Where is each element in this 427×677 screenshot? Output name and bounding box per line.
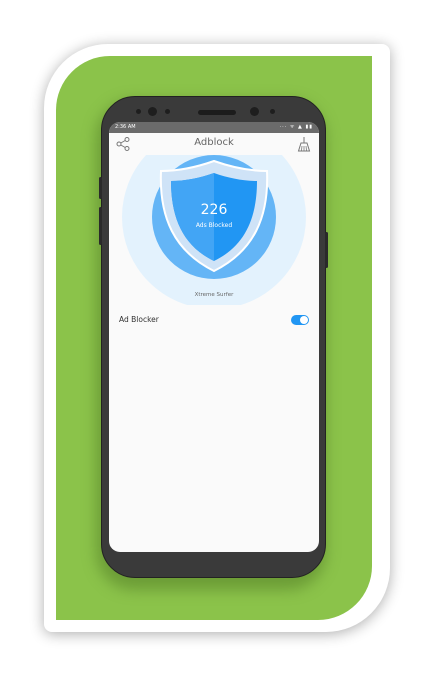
blocked-count: 226 xyxy=(200,202,228,218)
front-camera xyxy=(250,107,259,116)
shield-graphic xyxy=(122,155,306,305)
toggle-knob xyxy=(300,316,308,324)
app-bar: Adblock xyxy=(109,133,319,155)
hero-shield-panel: 226 Ads Blocked Xtreme Surfer xyxy=(109,155,319,305)
power-button xyxy=(325,232,328,268)
brand-name: Xtreme Surfer xyxy=(194,292,234,298)
blocked-label: Ads Blocked xyxy=(195,222,233,229)
sensor-dot xyxy=(165,109,170,114)
status-time: 2:36 AM xyxy=(115,124,136,130)
phone-screen: 2:36 AM ··· ᯤ ▲ ▮▮ Adblock 226 Ads Block… xyxy=(109,122,319,552)
volume-button xyxy=(99,207,102,245)
ad-blocker-toggle[interactable] xyxy=(291,315,309,325)
phone-mockup: 2:36 AM ··· ᯤ ▲ ▮▮ Adblock 226 Ads Block… xyxy=(99,96,328,578)
sensor-dot xyxy=(270,109,275,114)
sensor-dot xyxy=(136,109,141,114)
status-bar: 2:36 AM ··· ᯤ ▲ ▮▮ xyxy=(109,122,319,133)
earpiece-speaker xyxy=(198,110,236,115)
front-camera xyxy=(148,107,157,116)
status-icons: ··· ᯤ ▲ ▮▮ xyxy=(279,124,313,130)
setting-row-ad-blocker[interactable]: Ad Blocker xyxy=(109,312,319,328)
setting-label: Ad Blocker xyxy=(119,315,159,324)
app-title: Adblock xyxy=(194,137,234,148)
volume-button xyxy=(99,177,102,199)
sweep-icon[interactable] xyxy=(297,136,311,152)
